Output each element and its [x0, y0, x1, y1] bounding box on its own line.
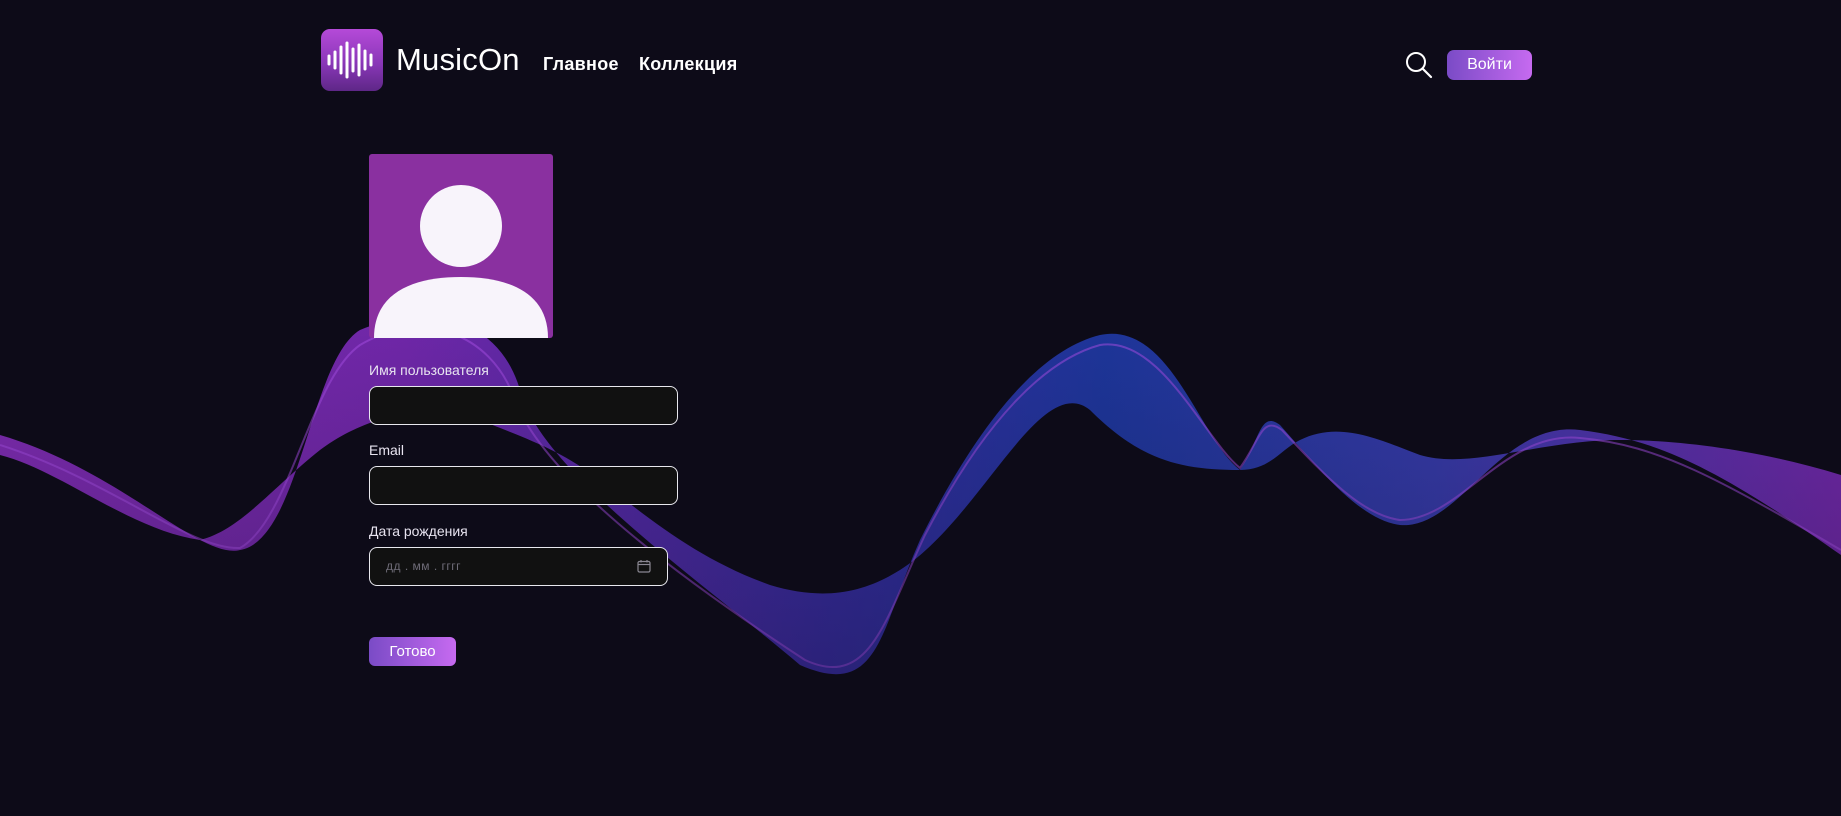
- nav-link-home[interactable]: Главное: [543, 54, 619, 75]
- calendar-icon[interactable]: [637, 559, 651, 573]
- username-label: Имя пользователя: [369, 362, 489, 378]
- search-icon: [1406, 52, 1433, 79]
- top-bar: MusicOn Главное Коллекция Войти: [0, 0, 1841, 130]
- email-input[interactable]: [369, 466, 678, 505]
- search-button[interactable]: [1404, 50, 1434, 80]
- user-placeholder-icon: [374, 185, 548, 338]
- birthdate-label: Дата рождения: [369, 523, 468, 539]
- app-logo[interactable]: [321, 29, 383, 91]
- avatar[interactable]: [369, 154, 553, 338]
- username-input[interactable]: [369, 386, 678, 425]
- birthdate-placeholder: дд . мм . гггг: [386, 559, 462, 573]
- submit-button[interactable]: Готово: [369, 637, 456, 666]
- app-name[interactable]: MusicOn: [396, 42, 520, 78]
- nav-link-collection[interactable]: Коллекция: [639, 54, 738, 75]
- birthdate-input[interactable]: дд . мм . гггг: [369, 547, 668, 586]
- email-label: Email: [369, 442, 405, 458]
- waveform-icon: [327, 41, 373, 79]
- login-button[interactable]: Войти: [1447, 50, 1532, 80]
